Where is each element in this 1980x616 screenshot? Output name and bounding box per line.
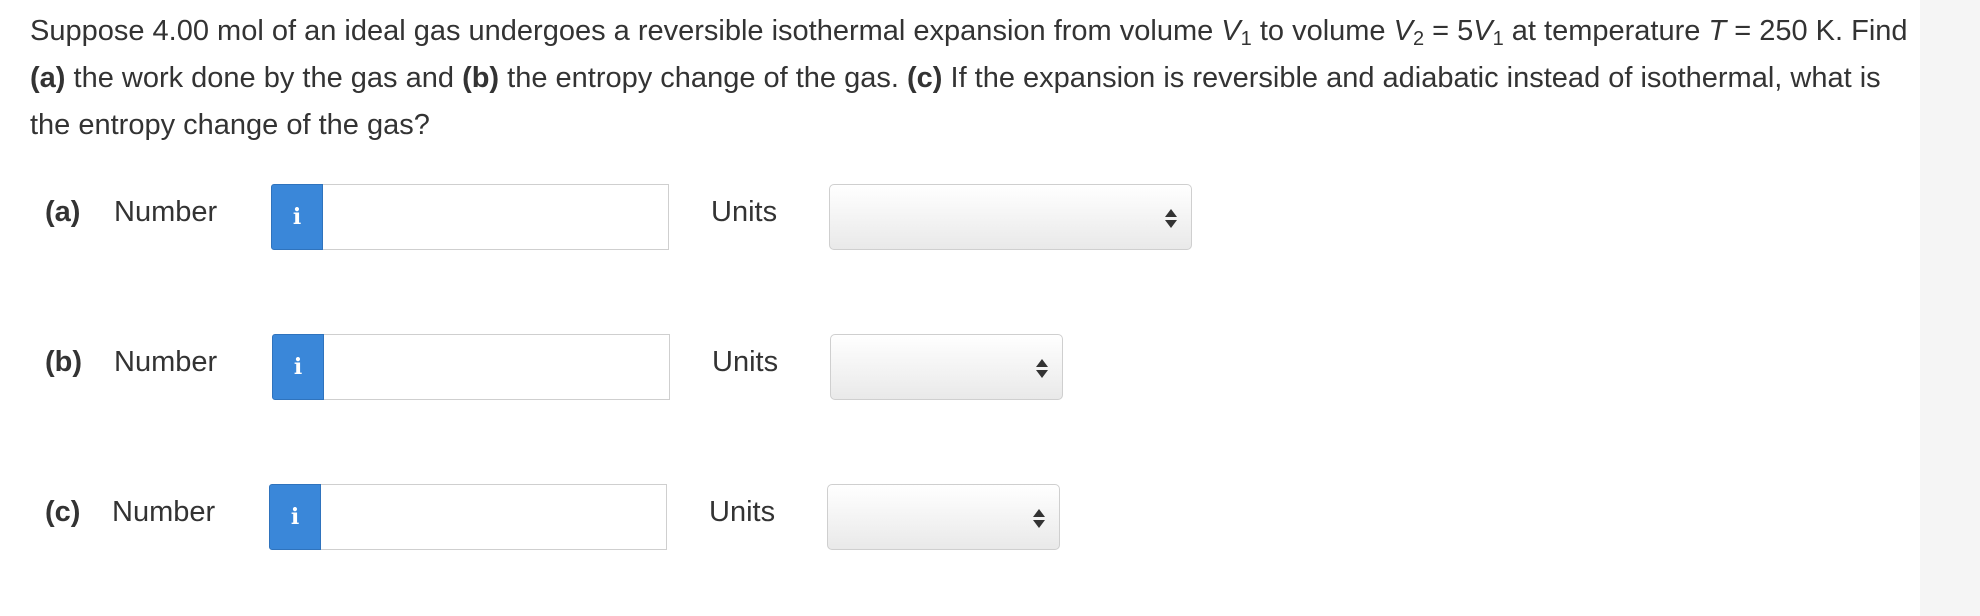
part-label-a: (a) — [45, 196, 81, 228]
answer-row-b: (b) Number i Units — [0, 334, 1200, 400]
number-input-b[interactable] — [324, 334, 670, 400]
answer-row-c: (c) Number i Units — [0, 484, 1200, 550]
units-select-c[interactable] — [827, 484, 1060, 550]
units-select-a[interactable] — [829, 184, 1192, 250]
answer-row-a: (a) Number i Units — [0, 184, 1200, 250]
number-label-a: Number — [114, 196, 218, 228]
number-label-b: Number — [114, 346, 218, 378]
number-input-c[interactable] — [321, 484, 667, 550]
question-text: Suppose 4.00 mol of an ideal gas undergo… — [30, 15, 1908, 141]
number-input-a[interactable] — [323, 184, 669, 250]
info-button-b[interactable]: i — [272, 334, 324, 400]
info-icon: i — [290, 504, 300, 530]
info-icon: i — [293, 354, 303, 380]
part-label-c: (c) — [45, 496, 81, 528]
info-button-c[interactable]: i — [269, 484, 321, 550]
part-label-b: (b) — [45, 346, 83, 378]
info-button-a[interactable]: i — [271, 184, 323, 250]
units-select-b[interactable] — [830, 334, 1063, 400]
units-label-b: Units — [712, 346, 779, 378]
number-label-c: Number — [112, 496, 216, 528]
select-arrows-icon — [1036, 359, 1048, 379]
select-arrows-icon — [1165, 209, 1177, 229]
units-label-c: Units — [709, 496, 776, 528]
info-icon: i — [292, 204, 302, 230]
units-label-a: Units — [711, 196, 778, 228]
page-margin-strip — [1920, 0, 1980, 616]
select-arrows-icon — [1033, 509, 1045, 529]
